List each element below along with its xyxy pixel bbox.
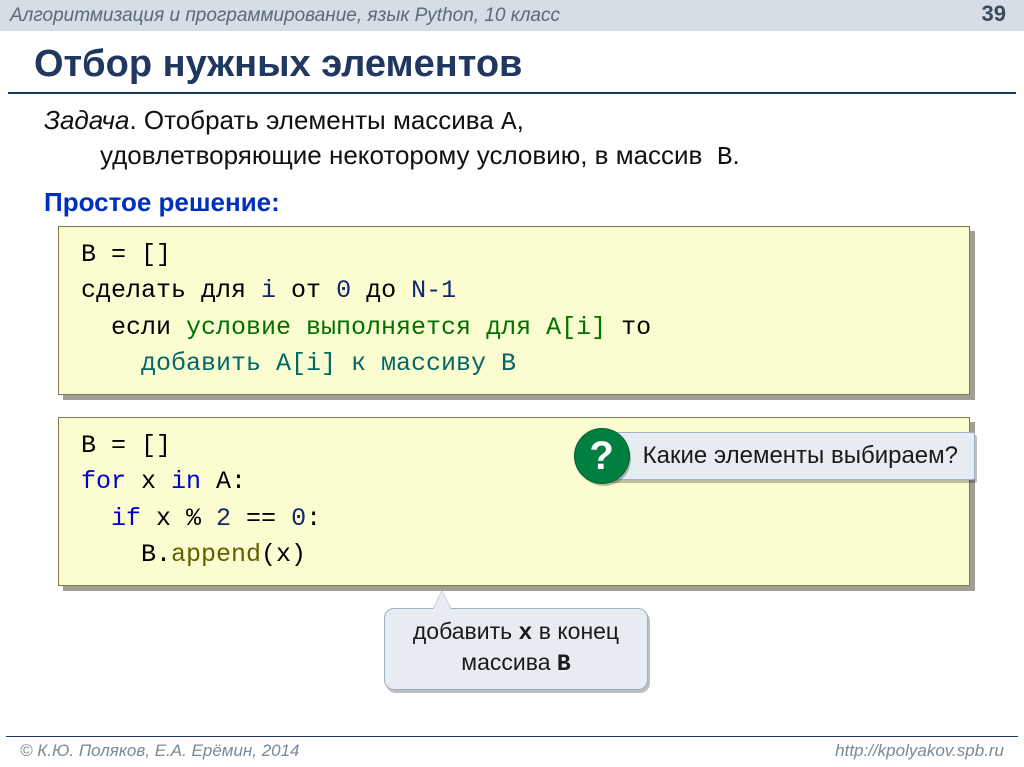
slide: Алгоритмизация и программирование, язык … <box>0 0 1024 767</box>
pseudo-l2a: сделать для <box>81 276 261 305</box>
footer: © К.Ю. Поляков, Е.А. Ерёмин, 2014 http:/… <box>6 736 1018 767</box>
code-l3e: 0 <box>291 504 306 533</box>
python-code-box: B = [] for x in A: if x % 2 == 0: B.appe… <box>58 417 970 586</box>
pseudo-l2d: 0 <box>336 276 351 305</box>
code-l3d: == <box>231 504 291 533</box>
slide-title: Отбор нужных элементов <box>0 31 1024 92</box>
pseudo-l4: добавить A[i] к массиву B <box>81 346 951 382</box>
code-l3a: if <box>111 504 141 533</box>
problem-lead: Задача <box>44 105 129 135</box>
callout-2a: массива <box>461 649 557 675</box>
pseudo-l3a: если <box>111 313 186 342</box>
problem-text-1: . Отобрать элементы массива <box>129 105 501 135</box>
pseudo-l1: B = [] <box>81 240 171 269</box>
array-b: B <box>717 142 733 172</box>
question-bubble: ? Какие элементы выбираем? <box>600 432 975 480</box>
code-l1: B = [] <box>81 431 171 460</box>
pseudo-l2e: до <box>351 276 411 305</box>
code-l4c: (x) <box>261 540 306 569</box>
code-l2c: in <box>171 467 201 496</box>
top-bar: Алгоритмизация и программирование, язык … <box>0 0 1024 31</box>
callout-1c: в конец <box>532 618 619 644</box>
title-rule <box>8 92 1016 94</box>
footer-url: http://kpolyakov.spb.ru <box>835 741 1004 761</box>
slide-body: Задача. Отобрать элементы массива A, удо… <box>0 104 1024 690</box>
callout-1a: добавить <box>413 618 519 644</box>
pseudo-l3b: условие выполняется для A[i] <box>186 313 606 342</box>
problem-text-2: , <box>517 105 524 135</box>
pseudo-l2f: N-1 <box>411 276 456 305</box>
code-l3f: : <box>306 504 321 533</box>
problem-statement: Задача. Отобрать элементы массива A, удо… <box>44 104 988 173</box>
callout-2b: B <box>557 651 571 677</box>
course-label: Алгоритмизация и программирование, язык … <box>10 5 560 27</box>
callout-tail-icon <box>433 591 451 609</box>
problem-line2a: удовлетворяющие некоторому условию, в ма… <box>100 140 710 170</box>
pseudo-l3c: то <box>606 313 651 342</box>
question-text: Какие элементы выбираем? <box>643 439 958 474</box>
question-mark-icon: ? <box>575 429 629 483</box>
problem-line2b: . <box>732 140 739 170</box>
code-l2a: for <box>81 467 126 496</box>
subheading: Простое решение: <box>44 187 988 218</box>
code-l4a: B. <box>141 540 171 569</box>
code-l3c: 2 <box>216 504 231 533</box>
page-number: 39 <box>982 1 1006 27</box>
code-l2d: A: <box>201 467 246 496</box>
footer-copyright: © К.Ю. Поляков, Е.А. Ерёмин, 2014 <box>20 741 300 761</box>
array-a: A <box>501 107 517 137</box>
pseudocode-box: B = [] сделать для i от 0 до N-1 если ус… <box>58 226 970 395</box>
callout-1b: x <box>519 620 533 646</box>
pseudo-l2b: i <box>261 276 276 305</box>
callout-wrap: добавить x в конец массива B <box>44 608 988 690</box>
code-l4b: append <box>171 540 261 569</box>
pseudo-l2c: от <box>276 276 336 305</box>
callout: добавить x в конец массива B <box>384 608 648 690</box>
code-l2b: x <box>126 467 171 496</box>
code-l3b: x % <box>141 504 216 533</box>
